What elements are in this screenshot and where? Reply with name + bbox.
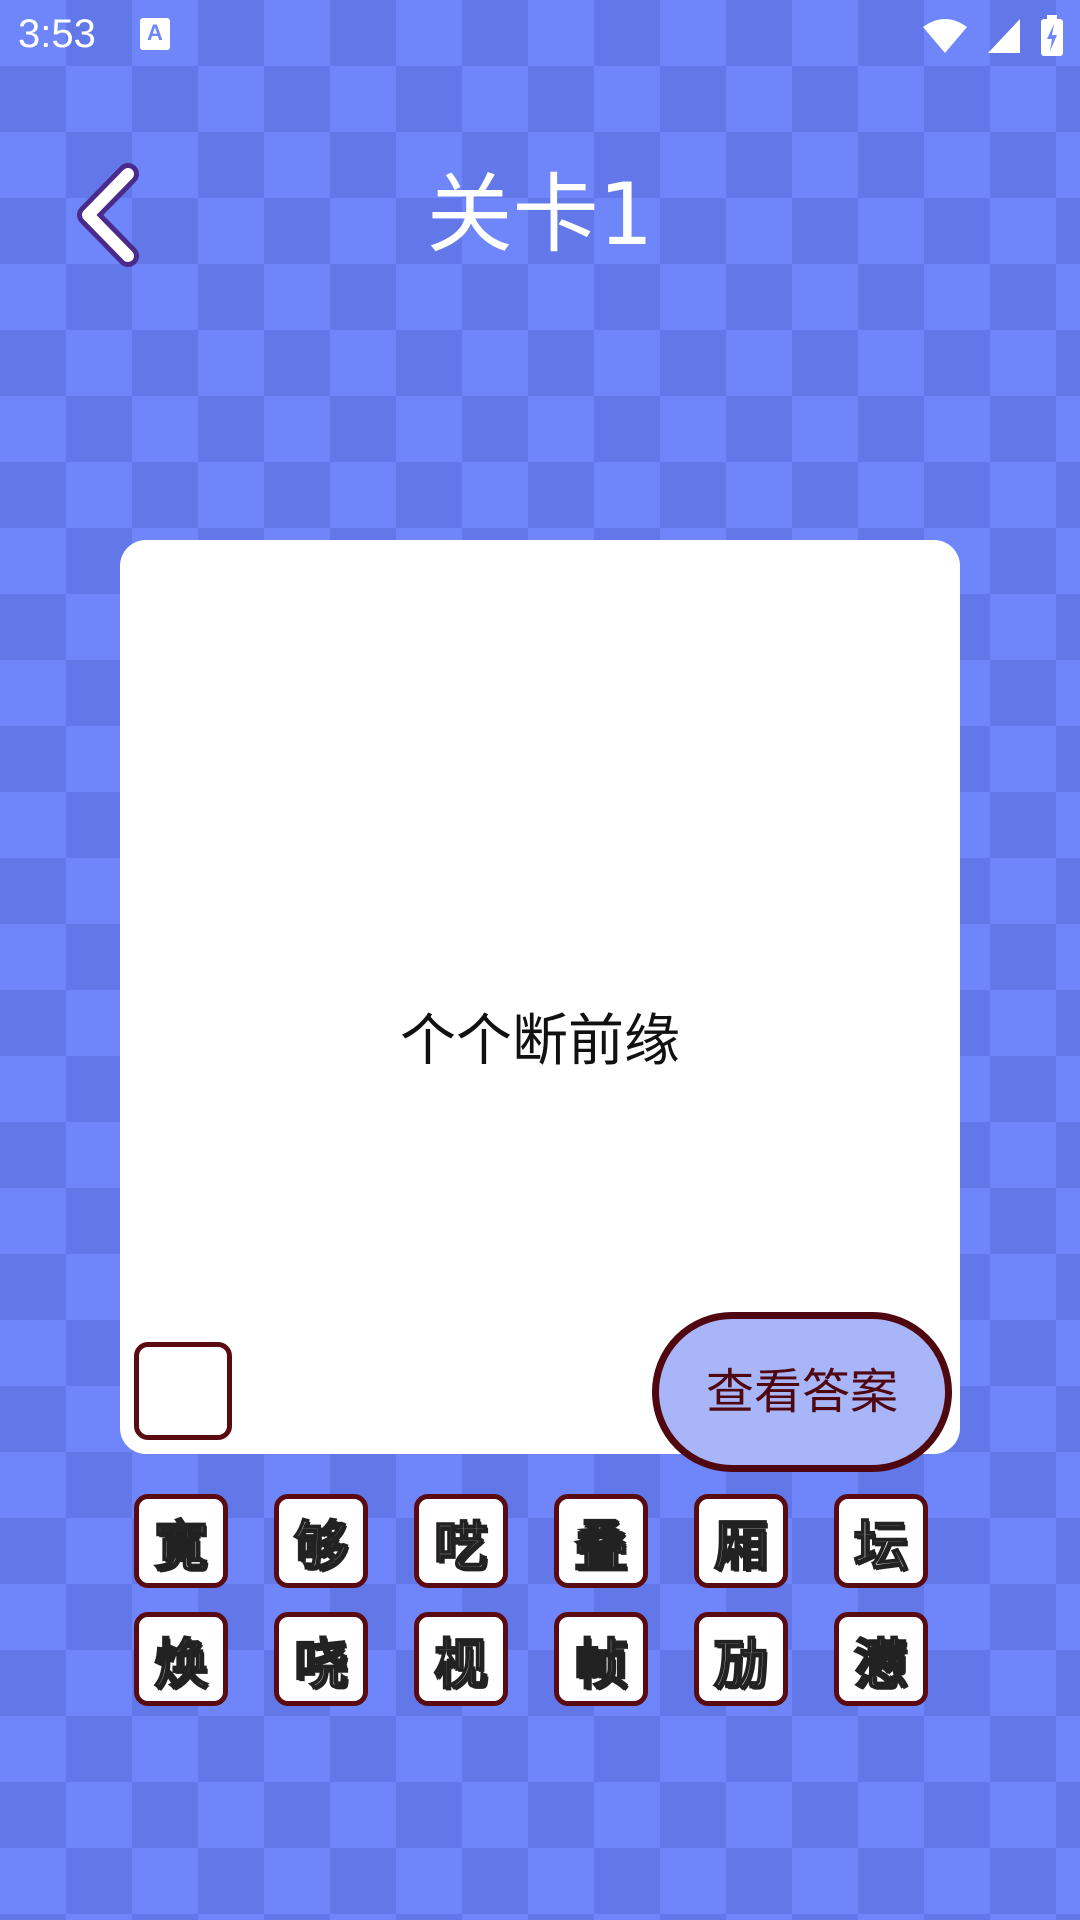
tile-character: 懑: [853, 1632, 909, 1697]
character-tile[interactable]: 懑: [834, 1612, 928, 1706]
tile-character: 叠: [573, 1514, 629, 1579]
page-title: 关卡1: [426, 165, 654, 265]
wifi-icon: [923, 19, 967, 53]
tile-character: 够: [293, 1514, 349, 1579]
character-tile[interactable]: 够: [274, 1494, 368, 1588]
view-answer-button[interactable]: 查看答案: [652, 1312, 952, 1472]
clue-text: 个个断前缘: [400, 1009, 680, 1074]
tile-character: 呓: [433, 1514, 489, 1579]
character-tile[interactable]: 劢: [694, 1612, 788, 1706]
tile-character: 帧: [573, 1632, 629, 1697]
character-tile[interactable]: 寛: [134, 1494, 228, 1588]
status-time: 3:53: [18, 12, 96, 56]
status-bar: 3:53 A: [0, 0, 1080, 72]
character-tile[interactable]: 帧: [554, 1612, 648, 1706]
tile-character: 焕: [153, 1632, 209, 1697]
tile-character: 寛: [153, 1514, 209, 1579]
character-tile[interactable]: 哓: [274, 1612, 368, 1706]
character-tile[interactable]: 坛: [834, 1494, 928, 1588]
tile-character: 劢: [713, 1632, 769, 1697]
answer-slot[interactable]: [134, 1342, 232, 1440]
character-tile[interactable]: 叠: [554, 1494, 648, 1588]
character-tile[interactable]: 呓: [414, 1494, 508, 1588]
tile-character: 坛: [853, 1514, 909, 1579]
signal-icon: [988, 19, 1020, 53]
tile-character: 枧: [433, 1632, 489, 1697]
tile-character: 哓: [293, 1632, 349, 1697]
battery-charging-icon: [1041, 15, 1063, 56]
character-tile[interactable]: 焕: [134, 1612, 228, 1706]
tile-character: 厢: [713, 1514, 769, 1579]
status-icons: [922, 14, 1064, 58]
character-tile[interactable]: 厢: [694, 1494, 788, 1588]
a-icon: A: [140, 18, 170, 50]
character-tile[interactable]: 枧: [414, 1612, 508, 1706]
